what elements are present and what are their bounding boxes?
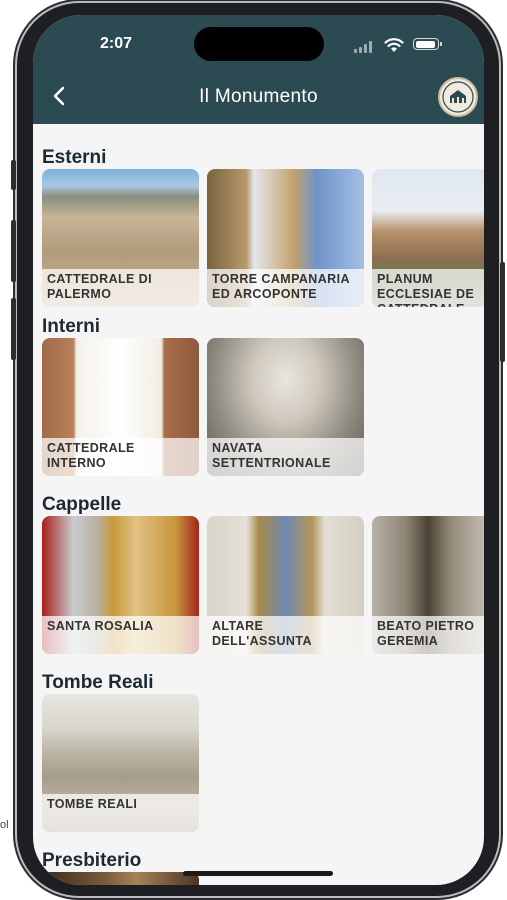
card-label: BEATO PIETRO GEREMIA bbox=[372, 616, 484, 654]
mute-switch bbox=[11, 160, 16, 190]
card-torre-campanaria[interactable]: TORRE CAMPANARIA ED ARCOPONTE bbox=[207, 169, 364, 307]
card-label: TOMBE REALI bbox=[42, 794, 199, 832]
battery-icon bbox=[413, 38, 442, 50]
card-santa-rosalia[interactable]: SANTA ROSALIA bbox=[42, 516, 199, 654]
volume-up-button bbox=[11, 220, 16, 282]
signal-icon bbox=[354, 41, 372, 53]
card-beato-pietro-geremia[interactable]: BEATO PIETRO GEREMIA bbox=[372, 516, 484, 654]
card-label: CATTEDRALE DI PALERMO bbox=[42, 269, 199, 307]
wifi-icon bbox=[384, 38, 404, 52]
section-title-esterni: Esterni bbox=[42, 147, 107, 168]
content-scroll[interactable]: Esterni CATTEDRALE DI PALERMO TORRE CAMP… bbox=[33, 124, 484, 885]
top-bar: 2:07 Il Monumento bbox=[33, 15, 484, 124]
card-label: CATTEDRALE INTERNO bbox=[42, 438, 199, 476]
section-title-interni: Interni bbox=[42, 316, 101, 337]
card-label: SANTA ROSALIA bbox=[42, 616, 199, 654]
monument-logo-icon[interactable] bbox=[438, 77, 478, 117]
power-button bbox=[500, 262, 505, 362]
card-label: PLANUM ECCLESIAE DE CATTEDRALE bbox=[372, 269, 484, 307]
app-screen: 2:07 Il Monumento Esterni CATTEDRALE DI … bbox=[33, 15, 484, 885]
card-cattedrale-di-palermo[interactable]: CATTEDRALE DI PALERMO bbox=[42, 169, 199, 307]
card-label: NAVATA SETTENTRIONALE bbox=[207, 438, 364, 476]
dynamic-island bbox=[194, 27, 324, 61]
card-tombe-reali[interactable]: TOMBE REALI bbox=[42, 694, 199, 832]
card-label: TORRE CAMPANARIA ED ARCOPONTE bbox=[207, 269, 364, 307]
card-label: ALTARE DELL'ASSUNTA bbox=[207, 616, 364, 654]
card-altare-dell-assunta[interactable]: ALTARE DELL'ASSUNTA bbox=[207, 516, 364, 654]
page-title: Il Monumento bbox=[199, 86, 318, 107]
card-image bbox=[42, 872, 199, 885]
card-presbiterio-partial[interactable] bbox=[42, 872, 199, 885]
card-cattedrale-interno[interactable]: CATTEDRALE INTERNO bbox=[42, 338, 199, 476]
home-indicator[interactable] bbox=[183, 871, 333, 876]
section-title-tombe-reali: Tombe Reali bbox=[42, 672, 154, 693]
edge-artifact: ol bbox=[0, 819, 9, 831]
status-time: 2:07 bbox=[100, 35, 133, 52]
card-navata-settentrionale[interactable]: NAVATA SETTENTRIONALE bbox=[207, 338, 364, 476]
section-title-presbiterio: Presbiterio bbox=[42, 850, 142, 871]
card-planum-ecclesiae[interactable]: PLANUM ECCLESIAE DE CATTEDRALE bbox=[372, 169, 484, 307]
section-title-cappelle: Cappelle bbox=[42, 494, 122, 515]
volume-down-button bbox=[11, 298, 16, 360]
